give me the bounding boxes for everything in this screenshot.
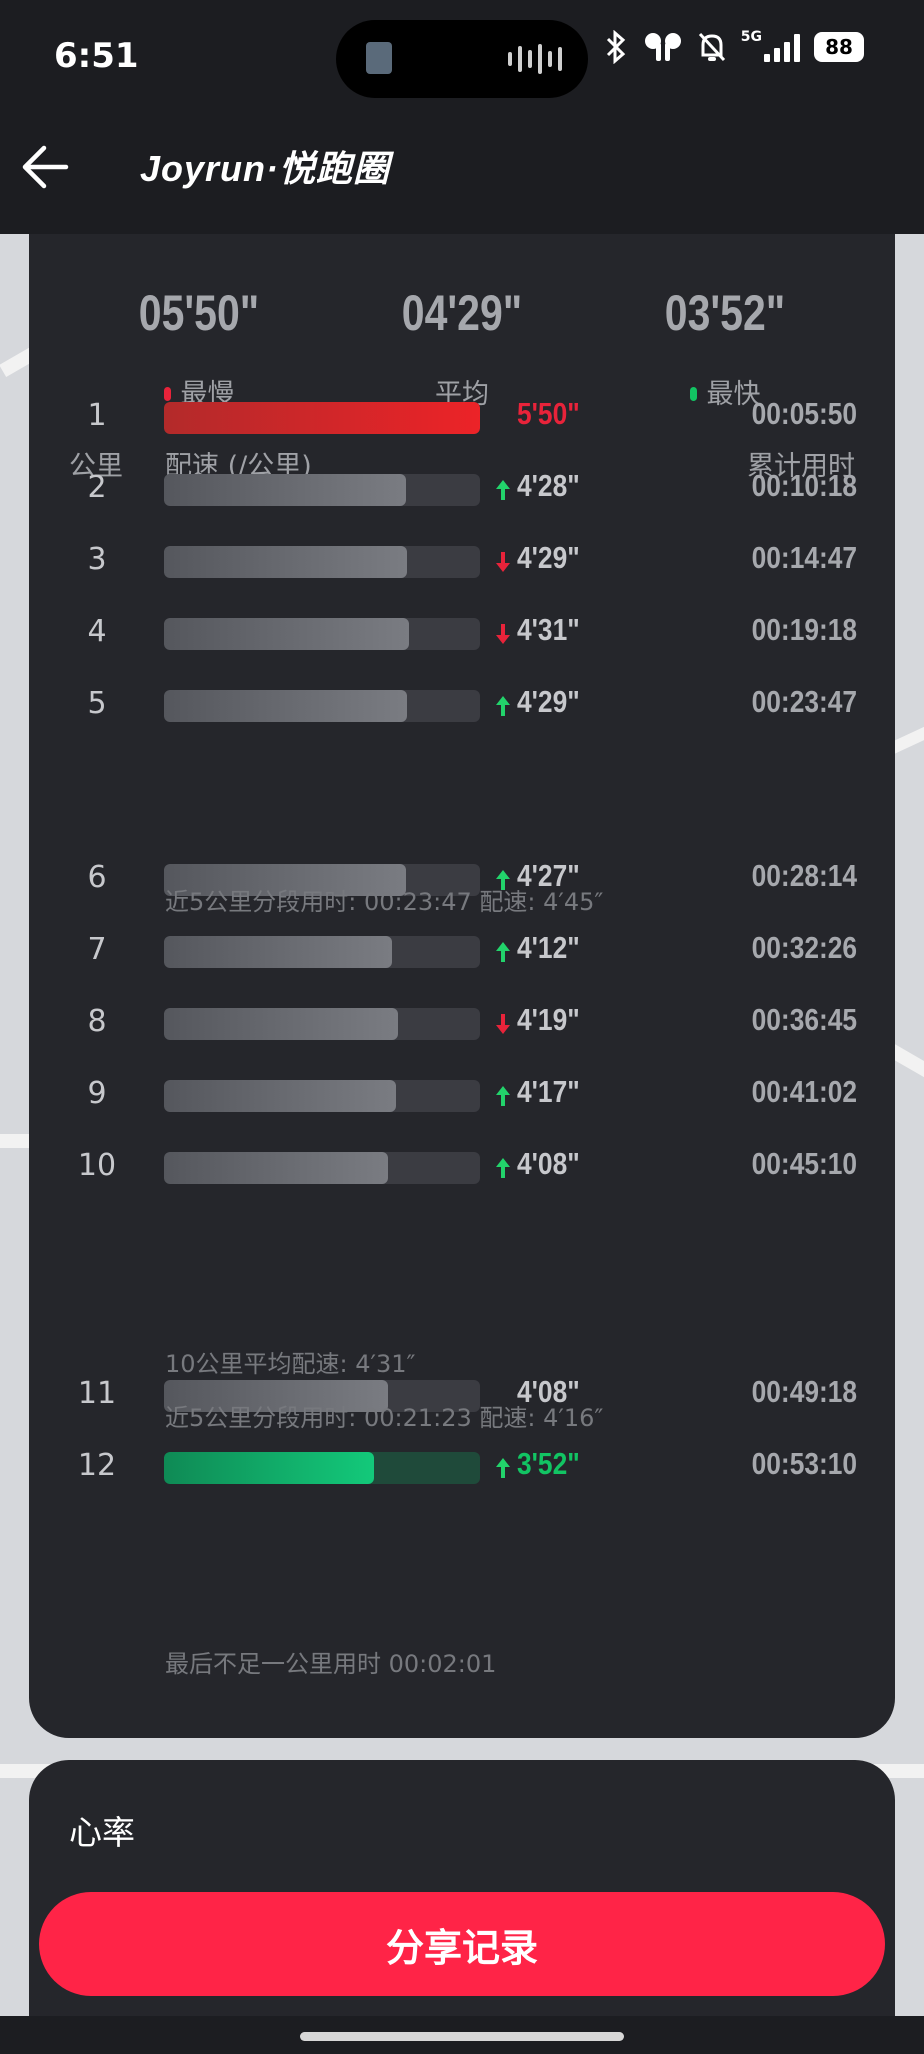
split-cumulative-time: 00:14:47 (751, 540, 857, 575)
split-pace: 5'50" (517, 396, 580, 431)
pace-bar-fill (164, 936, 392, 968)
last-partial-note: 最后不足一公里用时 00:02:01 (165, 1650, 497, 1678)
split-cumulative-time: 00:32:26 (751, 930, 857, 965)
arrow-up-icon (496, 696, 510, 716)
pace-bar-track (164, 690, 480, 722)
split-cumulative-time: 00:28:14 (751, 858, 857, 893)
signal-icon (764, 32, 800, 62)
status-time: 6:51 (54, 36, 139, 76)
pace-bar-fill (164, 474, 406, 506)
pace-bar-track (164, 402, 480, 434)
split-cumulative-time: 00:41:02 (751, 1074, 857, 1109)
split-cumulative-time: 00:19:18 (751, 612, 857, 647)
arrow-left-icon[interactable] (18, 136, 78, 196)
split-pace: 4'12" (517, 930, 580, 965)
status-icons: 5G 88 (603, 29, 864, 64)
split-cumulative-time: 00:53:10 (751, 1446, 857, 1481)
split-row: 7 4'12" 00:32:26 (29, 930, 895, 970)
pace-bar-track (164, 474, 480, 506)
segment-note-10km: 近5公里分段用时: 00:21:23 配速: 4′16″ (165, 1404, 604, 1432)
split-pace: 4'29" (517, 540, 580, 575)
arrow-down-icon (496, 1014, 510, 1034)
split-km: 4 (87, 614, 107, 649)
audio-wave-icon (508, 42, 562, 76)
split-cumulative-time: 00:05:50 (751, 396, 857, 431)
slowest-pace: 05'50" (138, 285, 260, 341)
split-pace: 4'19" (517, 1002, 580, 1037)
pace-bar-fill (164, 690, 407, 722)
split-km: 5 (87, 686, 107, 721)
split-pace: 4'08" (517, 1146, 580, 1181)
dynamic-island[interactable] (336, 20, 588, 98)
pace-bar-fill (164, 1452, 374, 1484)
pace-bar-fill (164, 1080, 396, 1112)
pace-bar-fill (164, 402, 480, 434)
split-km: 7 (87, 932, 107, 967)
segment-note-5km: 近5公里分段用时: 00:23:47 配速: 4′45″ (165, 888, 604, 916)
split-cumulative-time: 00:36:45 (751, 1002, 857, 1037)
arrow-up-icon (496, 942, 510, 962)
split-cumulative-time: 00:45:10 (751, 1146, 857, 1181)
network-type: 5G (740, 29, 762, 45)
bluetooth-icon (606, 30, 625, 64)
split-row: 10 4'08" 00:45:10 (29, 1146, 895, 1186)
share-record-button[interactable]: 分享记录 (39, 1892, 885, 1996)
pace-bar-fill (164, 546, 407, 578)
split-cumulative-time: 00:23:47 (751, 684, 857, 719)
split-cumulative-time: 00:10:18 (751, 468, 857, 503)
split-pace: 4'31" (517, 612, 580, 647)
split-pace: 4'29" (517, 684, 580, 719)
avg-note-10km: 10公里平均配速: 4′31″ (165, 1350, 416, 1378)
split-row: 3 4'29" 00:14:47 (29, 540, 895, 580)
bell-off-icon (698, 32, 725, 62)
pace-bar-track (164, 936, 480, 968)
split-row: 8 4'19" 00:36:45 (29, 1002, 895, 1042)
split-km: 9 (87, 1076, 107, 1111)
split-row: 5 4'29" 00:23:47 (29, 684, 895, 724)
pace-bar-track (164, 1452, 480, 1484)
arrow-up-icon (496, 480, 510, 500)
pace-bar-track (164, 618, 480, 650)
split-row: 9 4'17" 00:41:02 (29, 1074, 895, 1114)
arrow-up-icon (496, 1086, 510, 1106)
earbuds-icon (644, 33, 681, 61)
arrow-up-icon (496, 1458, 510, 1478)
split-km: 10 (77, 1148, 117, 1183)
status-bar: 6:51 5G 88 (0, 0, 924, 118)
app-header: Joyrun·悦跑圈 (0, 118, 924, 234)
split-pace: 4'17" (517, 1074, 580, 1109)
split-km: 11 (77, 1376, 117, 1411)
pace-bar-fill (164, 618, 409, 650)
arrow-down-icon (496, 624, 510, 644)
split-cumulative-time: 00:49:18 (751, 1374, 857, 1409)
split-km: 12 (77, 1448, 117, 1483)
brand-logo: Joyrun·悦跑圈 (140, 148, 391, 189)
average-pace: 04'29" (401, 285, 523, 341)
battery-icon: 88 (814, 32, 864, 62)
fastest-pace: 03'52" (664, 285, 786, 341)
split-km: 1 (87, 398, 107, 433)
split-km: 3 (87, 542, 107, 577)
arrow-down-icon (496, 552, 510, 572)
media-thumbnail (366, 42, 392, 74)
pace-card: 05'50" 04'29" 03'52" 最慢 平均 最快 公里 配速 (/公里… (29, 234, 895, 1738)
split-pace: 4'28" (517, 468, 580, 503)
pace-bar-track (164, 1080, 480, 1112)
split-km: 2 (87, 470, 107, 505)
pace-bar-track (164, 1008, 480, 1040)
split-row: 12 3'52" 00:53:10 (29, 1446, 895, 1486)
split-km: 8 (87, 1004, 107, 1039)
split-row: 2 4'28" 00:10:18 (29, 468, 895, 508)
heart-rate-title: 心率 (69, 1813, 135, 1852)
home-indicator[interactable] (300, 2032, 624, 2041)
pace-bar-fill (164, 1152, 388, 1184)
split-pace: 3'52" (517, 1446, 580, 1481)
pace-bar-track (164, 1152, 480, 1184)
pace-bar-fill (164, 1008, 398, 1040)
pace-bar-track (164, 546, 480, 578)
split-row: 1 5'50" 00:05:50 (29, 396, 895, 436)
arrow-up-icon (496, 1158, 510, 1178)
split-km: 6 (87, 860, 107, 895)
split-row: 4 4'31" 00:19:18 (29, 612, 895, 652)
